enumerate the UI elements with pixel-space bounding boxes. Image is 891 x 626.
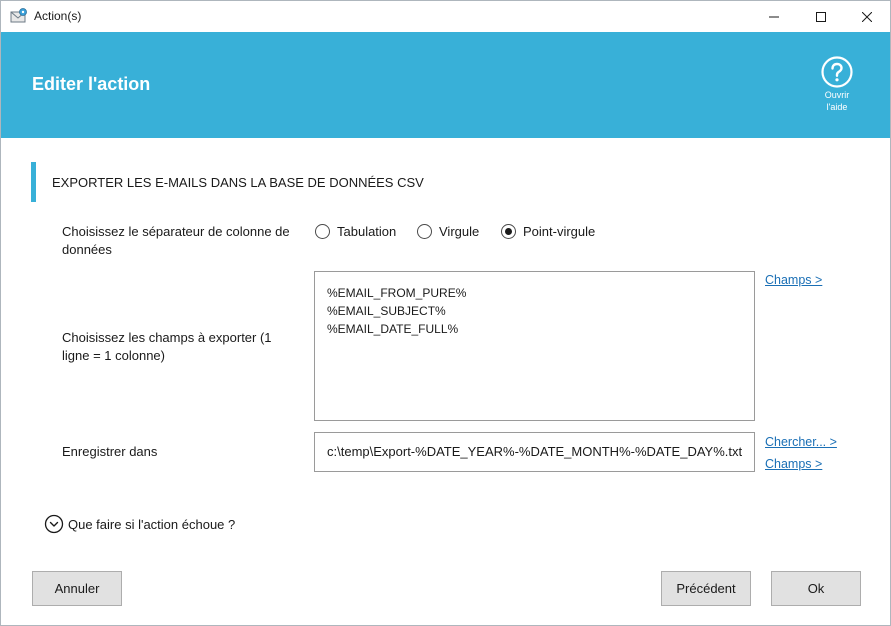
radio-button-selected[interactable]: [501, 224, 516, 239]
title-bar: Action(s): [1, 1, 890, 32]
browse-link[interactable]: Chercher... >: [765, 435, 837, 449]
radio-button-unselected[interactable]: [417, 224, 432, 239]
failure-label: Que faire si l'action échoue ?: [68, 516, 236, 532]
minimize-button[interactable]: [751, 1, 797, 32]
radio-button-unselected[interactable]: [315, 224, 330, 239]
dialog-header: Editer l'action Ouvrir l'aide: [1, 32, 890, 138]
radio-point-virgule-label: Point-virgule: [523, 224, 596, 239]
envelope-gear-icon: [10, 8, 28, 24]
radio-point-virgule[interactable]: Point-virgule: [501, 224, 595, 239]
save-label: Enregistrer dans: [62, 444, 158, 459]
radio-virgule-label: Virgule: [439, 224, 480, 239]
fields-link[interactable]: Champs >: [765, 273, 822, 287]
radio-virgule[interactable]: Virgule: [417, 224, 479, 239]
section-accent-bar: [31, 162, 36, 202]
section-title: EXPORTER LES E-MAILS DANS LA BASE DE DON…: [52, 175, 424, 190]
failure-expander[interactable]: Que faire si l'action échoue ?: [44, 514, 235, 534]
page-title: Editer l'action: [32, 74, 151, 94]
help-button[interactable]: Ouvrir l'aide: [816, 56, 858, 113]
help-label-line2: l'aide: [826, 102, 848, 112]
field-line: %EMAIL_FROM_PURE%: [327, 286, 467, 300]
action-dialog: Action(s) Editer l'action Ouvrir l'aide …: [0, 0, 891, 626]
fields-label: Choisissez les champs à exporter (1 lign…: [62, 330, 272, 363]
field-line: %EMAIL_SUBJECT%: [327, 304, 446, 318]
window-title: Action(s): [34, 9, 82, 23]
question-circle-icon: [821, 56, 853, 88]
close-icon: [862, 11, 872, 22]
fields-textarea[interactable]: %EMAIL_FROM_PURE% %EMAIL_SUBJECT% %EMAIL…: [314, 271, 755, 421]
separator-label: Choisissez le séparateur de colonne de d…: [62, 224, 290, 257]
section-header: EXPORTER LES E-MAILS DANS LA BASE DE DON…: [31, 162, 861, 202]
radio-tabulation[interactable]: Tabulation: [315, 224, 396, 239]
save-fields-link[interactable]: Champs >: [765, 457, 822, 471]
maximize-icon: [816, 11, 826, 22]
cancel-button[interactable]: Annuler: [32, 571, 122, 606]
chevron-down-circle-icon: [44, 514, 64, 534]
help-label-line1: Ouvrir: [824, 90, 850, 100]
close-button[interactable]: [844, 1, 890, 32]
field-line: %EMAIL_DATE_FULL%: [327, 322, 459, 336]
minimize-icon: [769, 16, 779, 17]
save-path-input[interactable]: c:\temp\Export-%DATE_YEAR%-%DATE_MONTH%-…: [314, 432, 755, 472]
radio-selected-dot: [505, 228, 512, 235]
maximize-button[interactable]: [798, 1, 844, 32]
ok-button[interactable]: Ok: [771, 571, 861, 606]
previous-button[interactable]: Précédent: [661, 571, 751, 606]
radio-tabulation-label: Tabulation: [337, 224, 397, 239]
